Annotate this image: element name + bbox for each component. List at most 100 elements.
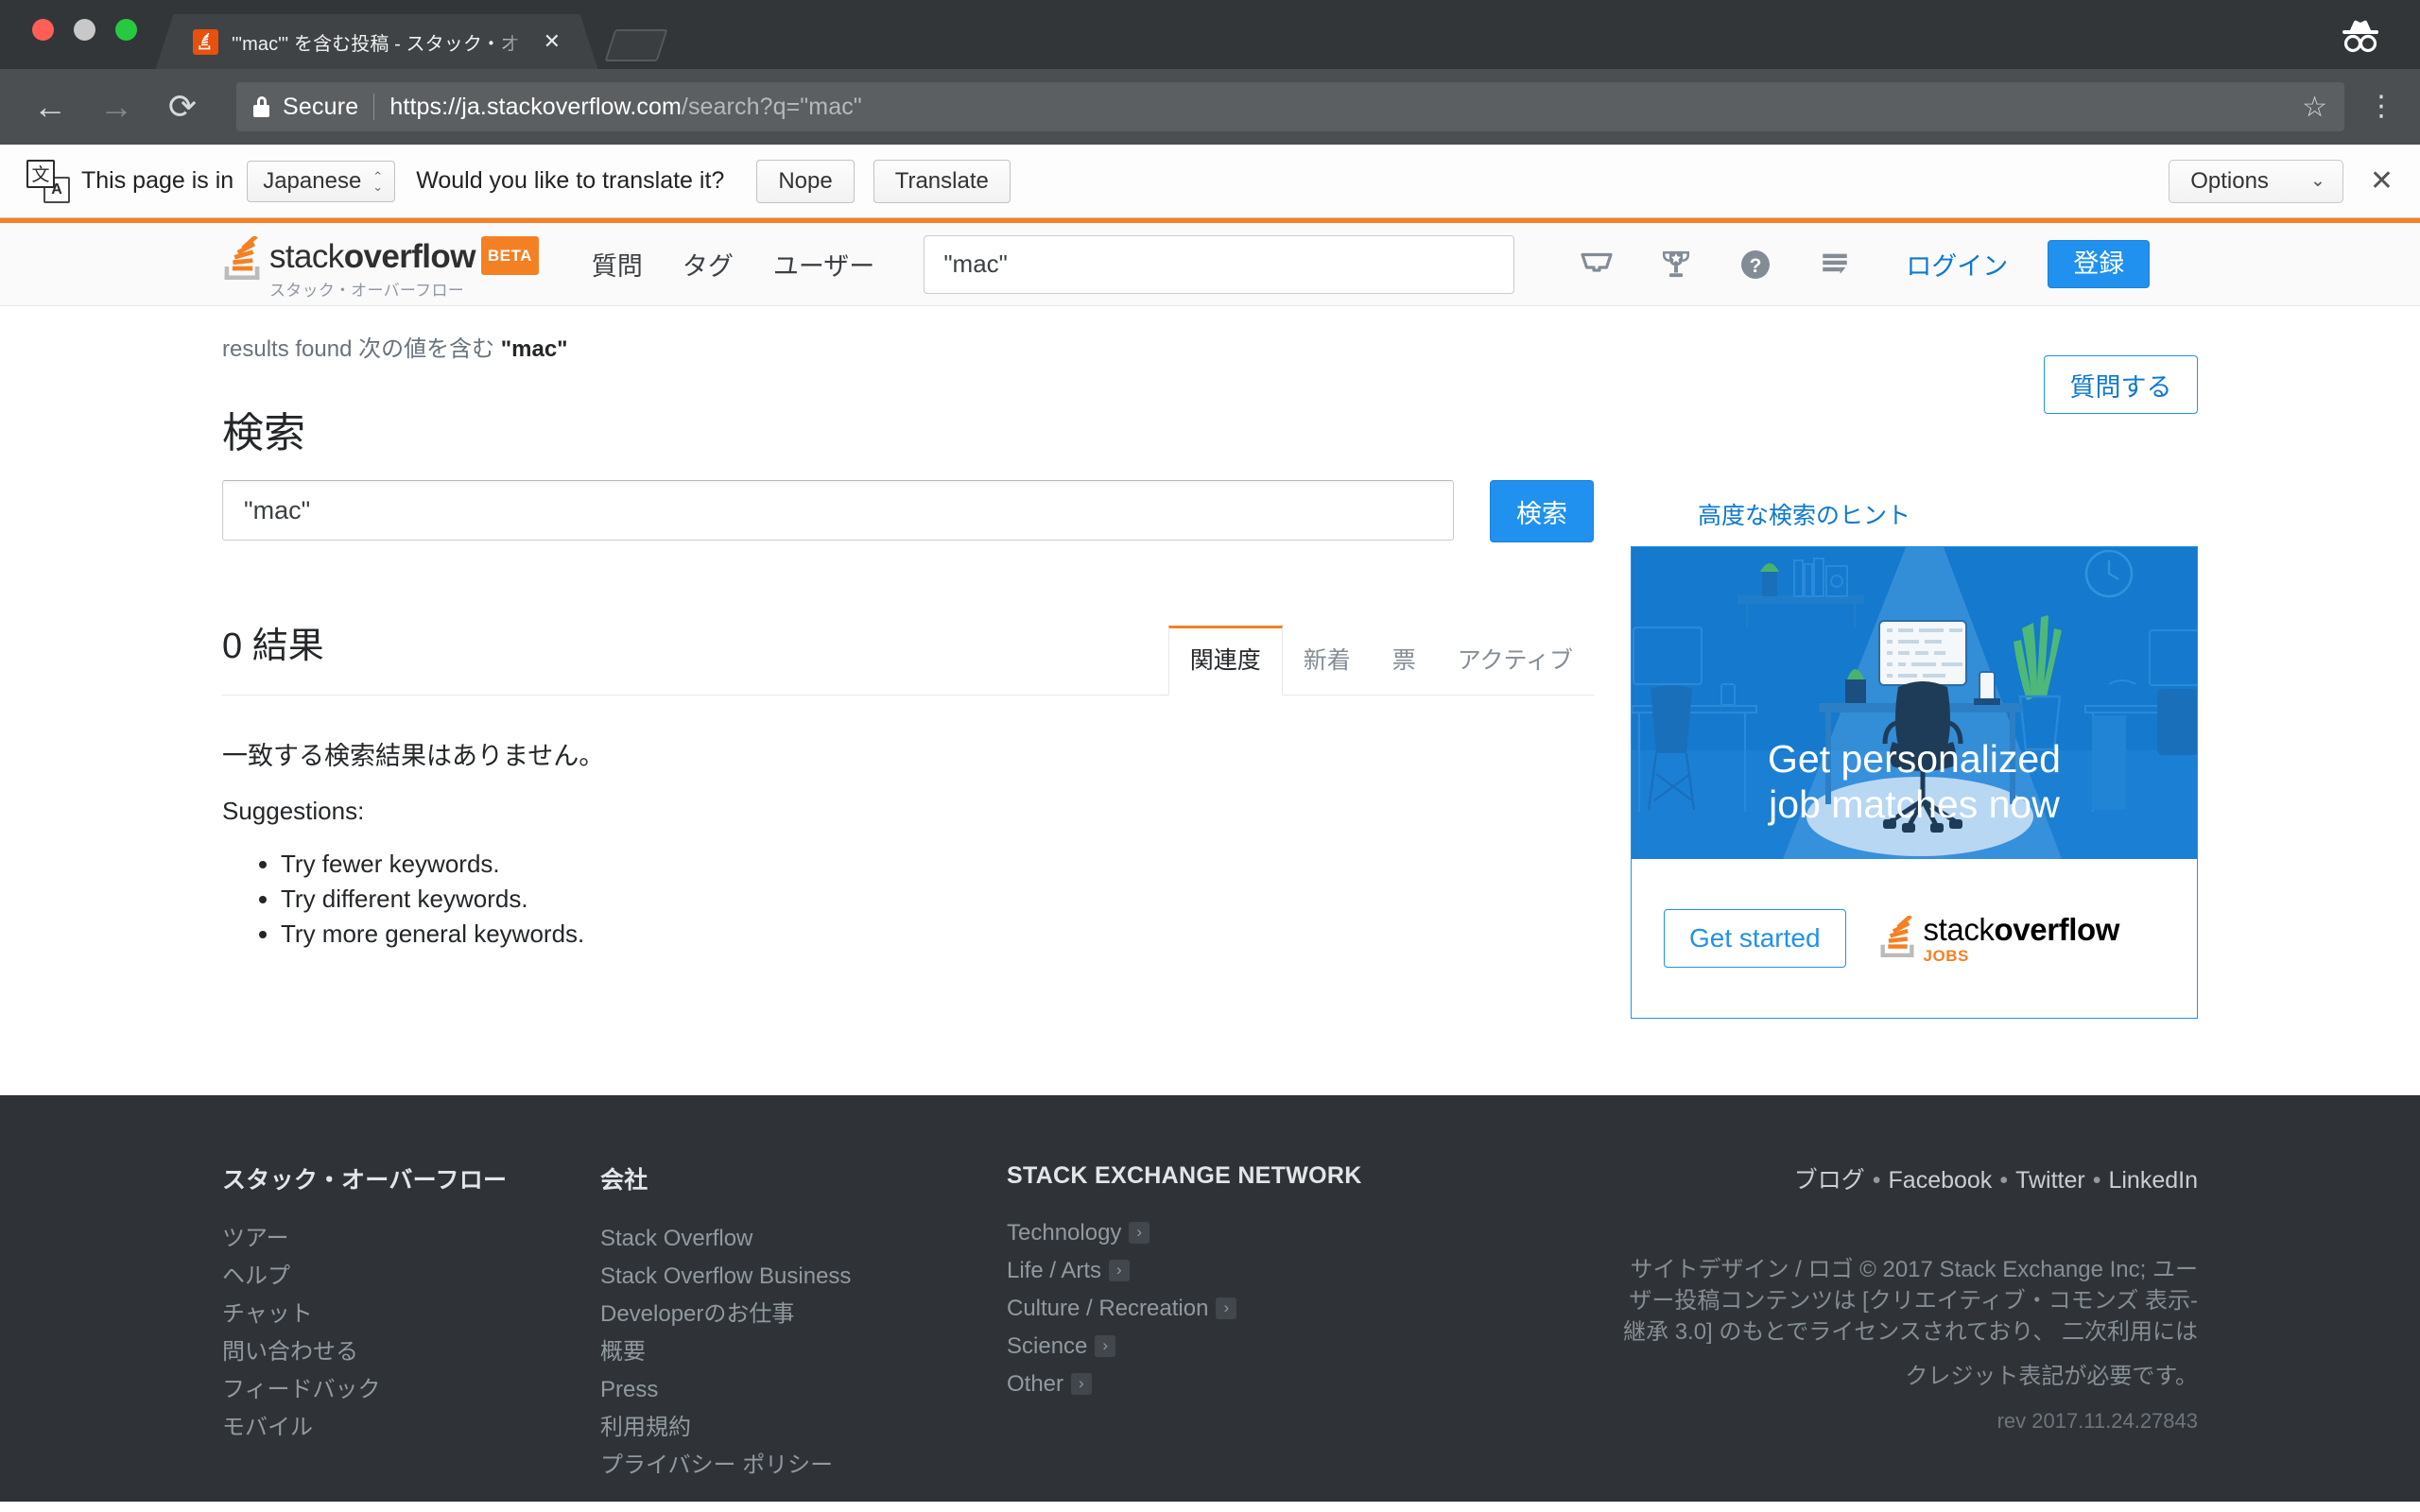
- search-submit-button[interactable]: 検索: [1490, 480, 1594, 542]
- footer-link-twitter[interactable]: Twitter: [2015, 1167, 2085, 1194]
- jobs-logo-text: stackoverflow: [1924, 914, 2120, 945]
- new-tab-button[interactable]: [604, 29, 668, 61]
- maximize-window-button[interactable]: [115, 19, 137, 41]
- translate-question-text: Would you like to translate it?: [416, 167, 725, 194]
- footer-link-label: Life / Arts: [1007, 1258, 1102, 1283]
- jobs-ad-banner[interactable]: Get personalized job matches now Get sta…: [1631, 546, 2198, 1019]
- site-logo-text: stackoverflow BETA: [269, 236, 539, 275]
- social-separator: •: [1999, 1167, 2009, 1194]
- footer-link-press[interactable]: Press: [600, 1371, 1007, 1409]
- footer-link-facebook[interactable]: Facebook: [1889, 1167, 1993, 1194]
- translate-options-label: Options: [2190, 167, 2269, 194]
- site-footer: スタック・オーバーフロー ツアー ヘルプ チャット 問い合わせる フィードバック…: [0, 1095, 2420, 1502]
- url-path: /search?q="mac": [681, 93, 862, 120]
- chevron-updown-icon: ⌃ ⌄: [372, 168, 384, 194]
- footer-link-mobile[interactable]: モバイル: [222, 1409, 600, 1447]
- forward-button[interactable]: →: [91, 81, 142, 132]
- nav-item-users[interactable]: ユーザー: [773, 246, 874, 283]
- nav-item-questions[interactable]: 質問: [592, 246, 643, 283]
- page-content: results found 次の値を含む "mac" 検索 "mac" 検索 高…: [222, 306, 2198, 1019]
- nav-item-tags[interactable]: タグ: [683, 246, 734, 283]
- header-search-input[interactable]: "mac": [924, 234, 1515, 294]
- footer-link-developer-jobs[interactable]: Developerのお仕事: [600, 1296, 1007, 1333]
- footer-link-linkedin[interactable]: LinkedIn: [2108, 1167, 2198, 1194]
- translate-accept-button[interactable]: Translate: [873, 159, 1011, 203]
- back-button[interactable]: ←: [25, 81, 76, 132]
- incognito-icon: [2331, 17, 2390, 55]
- jobs-logo-light: stack: [1923, 911, 1995, 947]
- footer-link-label: Science: [1007, 1333, 1088, 1359]
- stackoverflow-jobs-logo: stackoverflow JOBS: [1878, 914, 2120, 964]
- translate-nope-button[interactable]: Nope: [756, 159, 855, 203]
- footer-link-chat[interactable]: チャット: [222, 1296, 600, 1333]
- translate-infobar: A 文 This page is in Japanese ⌃ ⌄ Would yo…: [0, 145, 2420, 218]
- get-started-button[interactable]: Get started: [1664, 909, 1846, 968]
- tab-close-icon[interactable]: ✕: [544, 31, 561, 52]
- footer-legal-text-2: クレジット表記が必要です。: [1905, 1364, 2198, 1389]
- footer-link-privacy-policy[interactable]: プライバシー ポリシー: [600, 1447, 1007, 1485]
- tab-relevance[interactable]: 関連度: [1167, 626, 1283, 696]
- footer-link-legal[interactable]: 利用規約: [600, 1409, 1007, 1447]
- footer-link-feedback[interactable]: フィードバック: [222, 1371, 600, 1409]
- tab-active[interactable]: アクティブ: [1437, 626, 1594, 696]
- stackoverflow-logo-icon: [1878, 914, 1916, 961]
- footer-column-stack-exchange-network: STACK EXCHANGE NETWORK Technology › Life …: [1007, 1161, 1413, 1485]
- footer-link-help[interactable]: ヘルプ: [222, 1258, 600, 1296]
- advanced-search-tips-link[interactable]: 高度な検索のヒント: [1698, 497, 1910, 531]
- footer-link-stack-overflow[interactable]: Stack Overflow: [600, 1220, 1007, 1258]
- address-bar[interactable]: Secure https://ja.stackoverflow.com/sear…: [236, 82, 2344, 131]
- close-window-button[interactable]: [32, 19, 54, 41]
- chevron-right-icon: ›: [1216, 1297, 1237, 1320]
- bookmark-star-icon[interactable]: ☆: [2302, 91, 2327, 124]
- translate-language-value: Japanese: [263, 167, 362, 194]
- stackoverflow-favicon: [193, 28, 218, 55]
- footer-link-blog[interactable]: ブログ: [1794, 1167, 1865, 1194]
- site-nav: 質問 タグ ユーザー: [592, 246, 874, 283]
- footer-link-science[interactable]: Science ›: [1007, 1328, 1413, 1366]
- footer-link-about[interactable]: 概要: [600, 1333, 1007, 1371]
- footer-link-tour[interactable]: ツアー: [222, 1220, 600, 1258]
- footer-link-contact[interactable]: 問い合わせる: [222, 1333, 600, 1371]
- footer-link-culture-recreation[interactable]: Culture / Recreation ›: [1007, 1290, 1413, 1328]
- jobs-logo-bold: overflow: [1994, 911, 2120, 947]
- footer-column-stackoverflow: スタック・オーバーフロー ツアー ヘルプ チャット 問い合わせる フィードバック…: [222, 1161, 600, 1485]
- translate-language-select[interactable]: Japanese ⌃ ⌄: [247, 160, 396, 202]
- footer-link-technology[interactable]: Technology ›: [1007, 1214, 1413, 1252]
- tab-newest[interactable]: 新着: [1283, 626, 1372, 696]
- translate-options-button[interactable]: Options ⌄: [2169, 159, 2343, 203]
- jobs-ad-footer: Get started stackoverflow JOBS: [1632, 859, 2197, 1018]
- minimize-window-button[interactable]: [74, 19, 95, 41]
- chevron-down-icon: ⌄: [2309, 171, 2325, 191]
- jobs-ad-headline-line2: job matches now: [1769, 782, 2060, 826]
- chevron-right-icon: ›: [1071, 1373, 1092, 1396]
- footer-link-label: Culture / Recreation: [1007, 1296, 1209, 1321]
- results-found-text: results found 次の値を含む "mac": [222, 306, 2198, 363]
- social-separator: •: [2092, 1167, 2101, 1194]
- help-icon[interactable]: ?: [1737, 247, 1773, 283]
- page-title: 検索: [222, 410, 305, 456]
- signup-button[interactable]: 登録: [2048, 240, 2151, 288]
- browser-toolbar: ← → ⟳ Secure https://ja.stackoverflow.co…: [0, 69, 2420, 145]
- footer-social-links: ブログ • Facebook • Twitter • LinkedIn: [1612, 1161, 2198, 1195]
- translate-icon: A 文: [26, 159, 70, 203]
- inbox-icon[interactable]: [1579, 247, 1615, 283]
- search-input[interactable]: "mac": [222, 480, 1454, 541]
- translate-lead-text: This page is in: [81, 167, 234, 194]
- footer-link-life-arts[interactable]: Life / Arts ›: [1007, 1252, 1413, 1290]
- review-icon[interactable]: [1817, 247, 1853, 283]
- reload-button[interactable]: ⟳: [157, 81, 208, 132]
- login-link[interactable]: ログイン: [1906, 246, 2008, 283]
- tab-votes[interactable]: 票: [1372, 626, 1437, 696]
- footer-link-label: Technology: [1007, 1220, 1122, 1246]
- footer-heading: スタック・オーバーフロー: [222, 1167, 508, 1194]
- trophy-icon[interactable]: [1658, 247, 1694, 283]
- translate-infobar-close-icon[interactable]: ✕: [2370, 166, 2394, 196]
- browser-menu-icon[interactable]: ⋮: [2367, 93, 2395, 121]
- browser-tab[interactable]: '"mac"' を含む投稿 - スタック・オ ✕: [176, 14, 578, 69]
- footer-right: ブログ • Facebook • Twitter • LinkedIn サイトデザイン / …: [1612, 1161, 2198, 1485]
- ask-question-button[interactable]: 質問する: [2044, 355, 2198, 414]
- footer-link-stack-overflow-business[interactable]: Stack Overflow Business: [600, 1258, 1007, 1296]
- footer-link-other[interactable]: Other ›: [1007, 1366, 1413, 1403]
- chevron-right-icon: ›: [1095, 1335, 1116, 1358]
- site-logo[interactable]: stackoverflow BETA スタック・オーバーフロー: [222, 223, 539, 305]
